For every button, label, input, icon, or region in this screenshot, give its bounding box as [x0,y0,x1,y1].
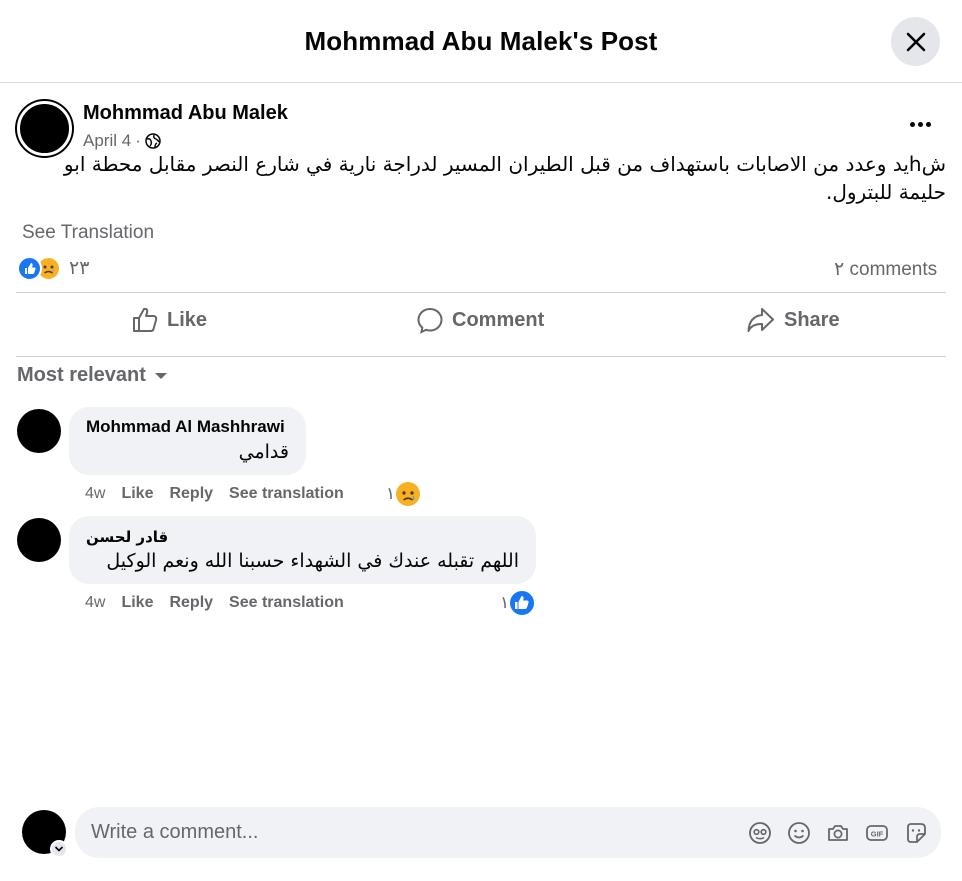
more-dot-icon [925,121,931,127]
comment-author-name[interactable]: قادر لحسن [86,528,519,546]
comment-button[interactable]: Comment [416,300,544,340]
like-icon [133,307,158,332]
share-icon [747,308,774,332]
comment-reactions[interactable]: ١ [386,481,421,507]
comment-text: اللهم تقبله عندك في الشهداء حسبنا الله و… [106,550,519,572]
post-text: شhيد وعدد من الاصابات باستهداف من قبل ال… [63,152,946,204]
account-switch-badge[interactable] [50,840,68,858]
meta-separator: · [135,131,141,150]
more-dot-icon [909,121,915,127]
camera-icon[interactable] [825,820,851,846]
chevron-down-icon [54,846,64,852]
comment-actions: 4w Like Reply See translation [85,594,360,612]
caret-down-icon [154,372,167,379]
comment-text: قدامي [238,441,289,463]
share-button[interactable]: Share [746,300,840,340]
post-meta: April 4 · [83,131,161,151]
comment-author-name[interactable]: Mohmmad Al Mashhrawi [86,417,289,437]
comment-input[interactable] [91,807,731,858]
comment-count[interactable]: ٢ comments [834,256,944,284]
comment-actions: 4w Like Reply See translation [85,485,360,503]
comment-time[interactable]: 4w [85,485,105,503]
comment-label: Comment [452,308,545,331]
emoji-icon[interactable] [786,820,812,846]
comment-like-button[interactable]: Like [121,594,153,612]
reaction-count: ٢٣ [69,258,90,279]
sort-label: Most relevant [17,364,146,386]
close-button[interactable] [891,17,940,66]
post-options-button[interactable] [903,110,937,138]
comment-like-button[interactable]: Like [121,485,153,503]
sad-emoji-icon [396,482,421,506]
comment-time[interactable]: 4w [85,594,105,612]
comment-sort-dropdown[interactable]: Most relevant [17,364,168,387]
post-author-avatar[interactable] [17,101,72,156]
like-button[interactable]: Like [131,300,207,340]
comment-reactions[interactable]: ١ [500,590,535,616]
comment-reply-button[interactable]: Reply [169,594,213,612]
see-translation-link[interactable]: See Translation [22,222,154,244]
avatar-sticker-icon[interactable] [747,820,773,846]
like-icon [510,591,535,615]
post-author-name[interactable]: Mohmmad Abu Malek [83,102,288,125]
reactions-summary[interactable]: ٢٣ [17,256,89,281]
close-icon [906,32,925,51]
globe-icon [145,133,161,149]
comment-icon [417,307,443,334]
comment-see-translation[interactable]: See translation [229,594,344,612]
comment-see-translation[interactable]: See translation [229,485,344,503]
comment-reply-button[interactable]: Reply [169,485,213,503]
comment-bubble: قادر لحسن اللهم تقبله عندك في الشهداء حس… [69,516,536,584]
divider [16,292,946,293]
like-label: Like [167,308,208,331]
svg-text:GIF: GIF [871,830,884,839]
comment-reaction-count: ١ [386,484,396,503]
share-label: Share [784,308,840,331]
comment-author-avatar[interactable] [17,409,61,453]
post-date[interactable]: April 4 [83,131,131,151]
dialog-title: Mohmmad Abu Malek's Post [304,26,658,56]
sticker-icon[interactable] [903,820,929,846]
comment-reaction-count: ١ [500,593,510,612]
divider [16,356,946,357]
comment-author-avatar[interactable] [17,518,61,562]
like-reaction-icon [17,256,42,281]
dialog-header: Mohmmad Abu Malek's Post [0,0,962,83]
composer-toolbar: GIF [747,820,929,846]
more-dot-icon [917,121,923,127]
comment-bubble: Mohmmad Al Mashhrawi قدامي [69,407,306,475]
comment-composer: GIF [75,807,941,858]
gif-icon[interactable]: GIF [864,820,890,846]
